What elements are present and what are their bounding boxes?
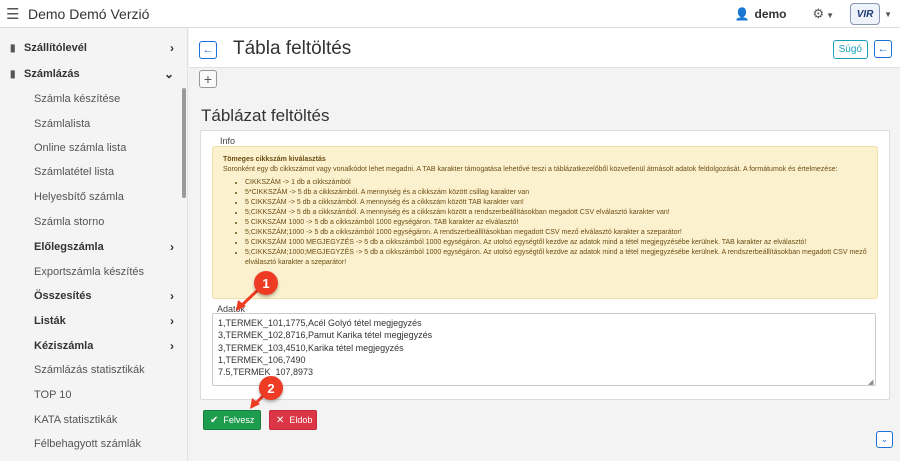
hamburger-menu-icon[interactable]: ☰ xyxy=(6,5,24,23)
sidebar-item-top-10[interactable]: TOP 10 xyxy=(0,383,180,407)
sidebar-item-listak[interactable]: Listák › xyxy=(0,309,180,333)
top-bar-right: 👤 demo ⚙ ▼ VIR ▼ xyxy=(735,0,900,28)
sidebar-item-label: KATA statisztikák xyxy=(34,414,118,426)
info-box: Tömeges cikkszám kiválasztás Soronként e… xyxy=(212,146,878,299)
resize-grip-icon[interactable]: ◢ xyxy=(868,378,873,386)
company-menu[interactable]: VIR ▼ xyxy=(850,3,892,25)
format-list: CIKKSZÁM -> 1 db a cikkszámból 5*CIKKSZÁ… xyxy=(245,178,867,267)
sidebar-item-szallitolevel[interactable]: ▮ Szállítólevél › xyxy=(0,36,180,60)
company-logo: VIR xyxy=(850,3,881,25)
sidebar-item-szamlazas[interactable]: ▮ Számlázás ⌄ xyxy=(0,62,180,86)
sidebar-item-label: Számlázás xyxy=(24,68,80,80)
sidebar-item-label: Exportszámla készítés xyxy=(34,266,145,278)
scroll-down-button[interactable]: ⌄ xyxy=(876,431,893,448)
sidebar-item-label: Számla storno xyxy=(34,216,105,228)
sidebar-item-label: Számla készítése xyxy=(34,93,121,105)
sidebar-item-felbehagyott-szamlak[interactable]: Félbehagyott számlák xyxy=(0,432,180,456)
check-icon: ✔ xyxy=(210,414,219,426)
add-button[interactable]: + xyxy=(199,70,217,88)
sidebar-item-szamlalista[interactable]: Számlalista xyxy=(0,112,180,136)
info-heading: Tömeges cikkszám kiválasztás xyxy=(223,156,326,163)
arrow-left-icon: ← xyxy=(202,44,214,56)
sidebar-item-label: Szállítólevél xyxy=(24,42,87,54)
callout-badge-2: 2 xyxy=(259,376,283,400)
list-item: CIKKSZÁM -> 1 db a cikkszámból xyxy=(245,178,867,188)
sidebar-item-label: Számlatétel lista xyxy=(34,166,115,178)
chevron-right-icon: › xyxy=(170,240,174,254)
list-item: 5;CIKKSZÁM;1000;MEGJEGYZÉS -> 5 db a cik… xyxy=(245,248,867,267)
sidebar-item-kata-statisztikak[interactable]: KATA statisztikák xyxy=(0,408,180,432)
info-description: Soronként egy db cikkszámot vagy vonalkó… xyxy=(223,165,838,173)
user-name: demo xyxy=(754,7,787,21)
sidebar-item-label: Online számla lista xyxy=(34,142,127,154)
back-button-right[interactable]: ← xyxy=(874,40,892,58)
sidebar-item-szamla-keszitese[interactable]: Számla készítése xyxy=(0,87,180,111)
chevron-right-icon: › xyxy=(170,314,174,328)
chevron-right-icon: › xyxy=(170,339,174,353)
sidebar-item-label: Számlázás statisztikák xyxy=(34,364,145,376)
user-menu[interactable]: 👤 demo xyxy=(735,7,787,21)
sidebar-item-online-szamla-lista[interactable]: Online számla lista xyxy=(0,136,180,160)
sidebar-item-osszesites[interactable]: Összesítés › xyxy=(0,284,180,308)
sidebar-item-keziszamla[interactable]: Kéziszámla › xyxy=(0,334,180,358)
list-item: 5;CIKKSZÁM -> 5 db a cikkszámból. A menn… xyxy=(245,208,867,218)
sidebar-item-szamla-storno[interactable]: Számla storno xyxy=(0,210,180,234)
chevron-right-icon: › xyxy=(170,289,174,303)
caret-down-icon: ▼ xyxy=(884,9,892,19)
chevron-right-icon: › xyxy=(170,41,174,55)
list-item: 5 CIKKSZÁM 1000 -> 5 db a cikkszámból 10… xyxy=(245,218,867,228)
sidebar-item-szamlazas-statisztikak[interactable]: Számlázás statisztikák xyxy=(0,358,180,382)
sidebar-item-label: TOP 10 xyxy=(34,389,72,401)
list-item: 5*CIKKSZÁM -> 5 db a cikkszámból. A menn… xyxy=(245,188,867,198)
chevron-down-icon: ⌄ xyxy=(880,434,889,444)
sidebar-item-label: Kéziszámla xyxy=(34,340,94,352)
caret-down-icon: ▼ xyxy=(826,11,835,20)
settings-menu[interactable]: ⚙ ▼ xyxy=(813,6,835,22)
sidebar-item-helyesbito-szamla[interactable]: Helyesbítő számla xyxy=(0,185,180,209)
help-button[interactable]: Súgó xyxy=(832,40,868,59)
sidebar: ▮ Szállítólevél › ▮ Számlázás ⌄ Számla k… xyxy=(0,28,188,461)
page-title: Tábla feltöltés xyxy=(233,38,352,59)
sidebar-scrollbar[interactable] xyxy=(182,88,186,198)
data-textarea[interactable]: 1,TERMEK_101,1775,Acél Golyó tétel megje… xyxy=(212,313,876,386)
sidebar-item-label: Listák xyxy=(34,315,66,327)
sidebar-item-label: Helyesbítő számla xyxy=(34,191,124,203)
page-header: ← Tábla feltöltés Súgó ← xyxy=(189,28,900,68)
user-icon: 👤 xyxy=(734,7,750,21)
sidebar-item-eloelegszamla[interactable]: Előlegszámla › xyxy=(0,235,180,259)
info-legend: Info xyxy=(218,136,238,146)
section-title: Táblázat feltöltés xyxy=(201,106,330,125)
list-item: 5;CIKKSZÁM;1000 -> 5 db a cikkszámból 10… xyxy=(245,228,867,238)
chevron-down-icon: ⌄ xyxy=(163,67,174,81)
list-item: 5 CIKKSZÁM -> 5 db a cikkszámból. A menn… xyxy=(245,198,867,208)
sidebar-item-label: Előlegszámla xyxy=(34,241,104,253)
sidebar-item-label: Számlalista xyxy=(34,118,91,130)
top-bar: ☰ Demo Demó Verzió 👤 demo ⚙ ▼ VIR ▼ xyxy=(0,0,900,28)
list-item: 5 CIKKSZÁM 1000 MEGJEGYZÉS -> 5 db a cik… xyxy=(245,238,867,248)
sidebar-item-szamlatetel-lista[interactable]: Számlatétel lista xyxy=(0,160,180,184)
document-icon: ▮ xyxy=(10,68,16,80)
sidebar-item-label: Félbehagyott számlák xyxy=(34,438,141,450)
sidebar-item-exportszamla-keszites[interactable]: Exportszámla készítés xyxy=(0,260,180,284)
arrow-left-icon: ← xyxy=(877,43,889,55)
app-title: Demo Demó Verzió xyxy=(28,5,150,22)
sidebar-item-label: Összesítés xyxy=(34,290,92,302)
callout-badge-1: 1 xyxy=(254,271,278,295)
cancel-button-label: Eldob xyxy=(289,415,313,425)
gear-icon: ⚙ xyxy=(812,6,825,21)
back-button[interactable]: ← xyxy=(199,41,217,59)
document-icon: ▮ xyxy=(10,42,16,54)
